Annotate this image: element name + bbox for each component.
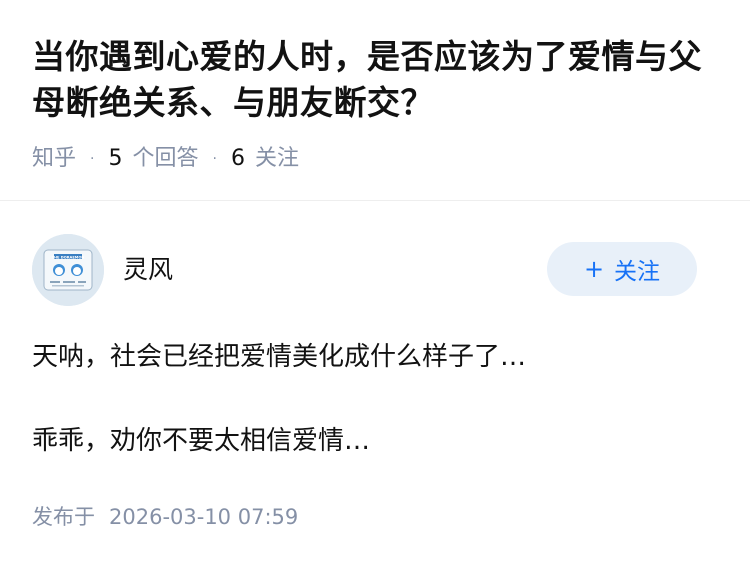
publish-time: 发布于 2026-03-10 07:59 (32, 502, 298, 532)
answer-paragraph: 乖乖，劝你不要太相信爱情… (32, 426, 371, 456)
plus-icon: + (583, 255, 605, 283)
follow-button[interactable]: + 关注 (547, 242, 697, 296)
avatar-caption: THE DORAEMON (52, 256, 85, 260)
avatar[interactable]: THE DORAEMON (32, 234, 104, 306)
source-label[interactable]: 知乎 (32, 144, 76, 174)
author-name[interactable]: 灵风 (123, 254, 173, 286)
answer-author: THE DORAEMON 灵风 + 关注 (32, 234, 718, 306)
avatar-image: THE DORAEMON (32, 234, 104, 306)
question-header: 当你遇到心爱的人时，是否应该为了爱情与父母断绝关系、与朋友断交？ 知乎 · 5 … (0, 0, 750, 201)
answer-count-label[interactable]: 个回答 (132, 144, 198, 174)
follow-count: 6 (230, 146, 245, 171)
follow-count-label[interactable]: 关注 (255, 144, 299, 174)
answer-paragraph: 天呐，社会已经把爱情美化成什么样子了… (32, 342, 527, 372)
question-meta: 知乎 · 5 个回答 · 6 关注 (32, 144, 299, 174)
meta-separator: · (212, 151, 217, 167)
meta-separator: · (90, 151, 95, 167)
answer-content: 天呐，社会已经把爱情美化成什么样子了… 乖乖，劝你不要太相信爱情… (32, 336, 722, 504)
follow-button-label: 关注 (614, 259, 661, 285)
question-title[interactable]: 当你遇到心爱的人时，是否应该为了爱情与父母断绝关系、与朋友断交？ (32, 34, 722, 126)
publish-label: 发布于 (32, 505, 95, 529)
answer-count: 5 (108, 146, 123, 171)
publish-date: 2026-03-10 07:59 (109, 505, 299, 529)
